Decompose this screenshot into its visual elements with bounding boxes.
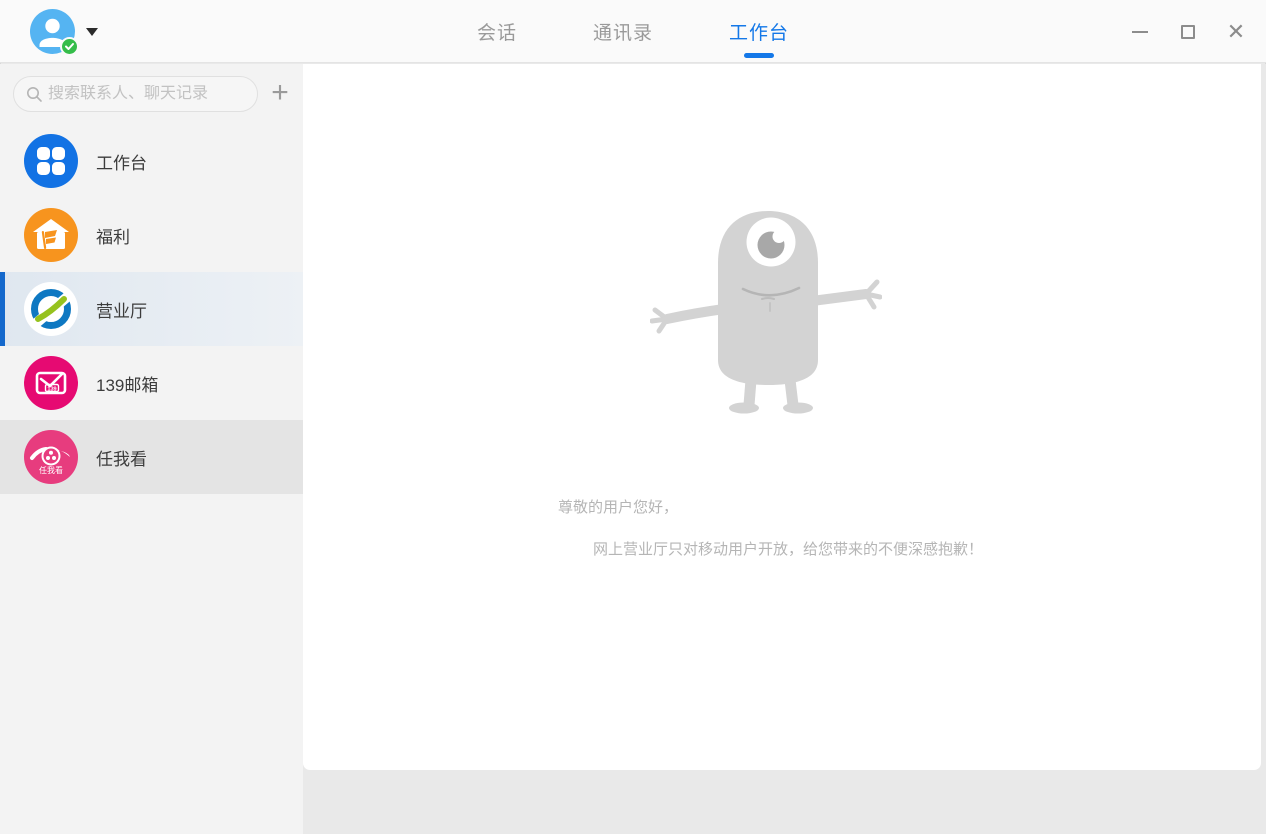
house-flag-icon: [24, 208, 78, 262]
main-tabs: 会话 通讯录 工作台: [0, 0, 1266, 63]
tab-label: 工作台: [729, 23, 789, 44]
tab-contacts[interactable]: 通讯录: [591, 14, 655, 49]
sidebar-item-label: 工作台: [96, 149, 147, 174]
main-area: 尊敬的用户您好， 网上营业厅只对移动用户开放，给您带来的不便深感抱歉！: [303, 64, 1266, 834]
maximize-icon: [1181, 25, 1195, 39]
search-box[interactable]: [13, 76, 258, 112]
footer-strip: [303, 770, 1266, 834]
close-button[interactable]: ✕: [1224, 20, 1248, 44]
sidebar-item-business-hall[interactable]: 营业厅: [0, 272, 303, 346]
add-button[interactable]: +: [264, 78, 296, 110]
sidebar-item-label: 福利: [96, 223, 130, 248]
sidebar-item-label: 任我看: [96, 445, 147, 470]
sidebar-nav: 工作台 福利: [0, 124, 303, 494]
close-icon: ✕: [1227, 21, 1245, 43]
sidebar-item-139-mail[interactable]: 139 139邮箱: [0, 346, 303, 420]
eye-film-icon: 任我看: [24, 430, 78, 484]
window-controls: ✕: [1128, 0, 1248, 63]
tab-conversations[interactable]: 会话: [475, 14, 519, 49]
sidebar-item-workbench[interactable]: 工作台: [0, 124, 303, 198]
svg-text:139: 139: [47, 386, 56, 392]
mail-139-icon: 139: [24, 356, 78, 410]
tab-label: 通讯录: [593, 23, 653, 44]
sad-monster-illustration: [650, 205, 882, 417]
search-row: +: [0, 76, 303, 112]
tab-active-underline: [744, 53, 774, 58]
minimize-icon: [1132, 31, 1148, 33]
content-card: 尊敬的用户您好， 网上营业厅只对移动用户开放，给您带来的不便深感抱歉！: [303, 64, 1261, 770]
sidebar-item-label: 139邮箱: [96, 371, 158, 396]
svg-text:任我看: 任我看: [39, 465, 63, 475]
app-grid-icon: [24, 134, 78, 188]
sidebar-item-label: 营业厅: [96, 297, 147, 322]
china-mobile-logo-icon: [24, 282, 78, 336]
search-input[interactable]: [48, 85, 245, 103]
empty-state-message: 网上营业厅只对移动用户开放，给您带来的不便深感抱歉！: [593, 538, 983, 559]
sidebar: + 工作台: [0, 64, 303, 834]
sidebar-item-video[interactable]: 任我看 任我看: [0, 420, 303, 494]
minimize-button[interactable]: [1128, 20, 1152, 44]
search-icon: [26, 86, 43, 103]
empty-state-greeting: 尊敬的用户您好，: [558, 496, 678, 517]
tab-workbench[interactable]: 工作台: [727, 14, 791, 49]
sidebar-item-welfare[interactable]: 福利: [0, 198, 303, 272]
tab-label: 会话: [477, 23, 517, 44]
title-bar: 会话 通讯录 工作台 ✕: [0, 0, 1266, 63]
maximize-button[interactable]: [1176, 20, 1200, 44]
